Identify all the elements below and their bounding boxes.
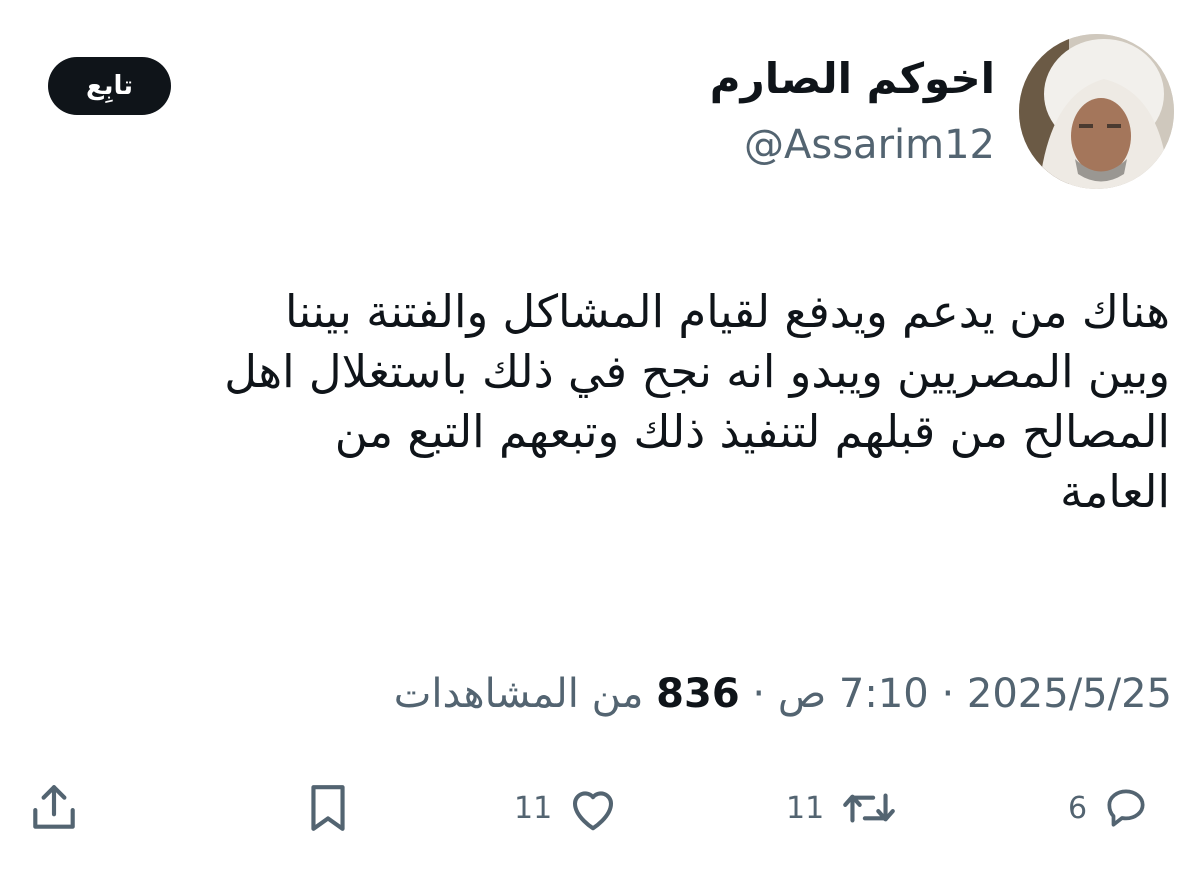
follow-button[interactable]: تابِع [48, 57, 171, 115]
tweet-text: هناك من يدعم ويدفع لقيام المشاكل والفتنة… [20, 282, 1170, 522]
views-label: من المشاهدات [393, 671, 644, 717]
author-display-name[interactable]: اخوكم الصارم [710, 58, 995, 100]
avatar-image [1019, 34, 1174, 189]
tweet-meta: 2025/5/25 · 7:10 ص · 836 من المشاهدات [394, 674, 1172, 714]
avatar[interactable] [1019, 34, 1174, 189]
tweet-date[interactable]: 2025/5/25 [967, 671, 1172, 717]
tweet-text-line: هناك من يدعم ويدفع لقيام المشاكل والفتنة… [284, 285, 1170, 338]
bookmark-icon [311, 785, 345, 831]
tweet-text-line: المصالح من قبلهم لتنفيذ ذلك وتبعهم التبع… [334, 405, 1170, 458]
reply-count: 6 [1068, 790, 1088, 826]
tweet-text-line: العامة [1060, 465, 1170, 518]
meta-separator: · [752, 671, 766, 717]
author-handle[interactable]: @Assarim12 [744, 125, 995, 165]
retweet-button[interactable]: 11 [786, 778, 900, 838]
like-button[interactable]: 11 [514, 778, 620, 838]
meta-separator: · [941, 671, 955, 717]
like-count: 11 [514, 790, 553, 826]
bookmark-button[interactable] [303, 778, 353, 838]
share-button[interactable] [29, 778, 79, 838]
retweet-icon [843, 793, 896, 823]
share-icon [33, 785, 75, 829]
views-count: 836 [656, 671, 740, 717]
reply-icon [1107, 789, 1145, 827]
tweet-time[interactable]: 7:10 ص [778, 671, 929, 717]
reply-button[interactable]: 6 [1068, 778, 1151, 838]
retweet-count: 11 [786, 790, 825, 826]
tweet-text-line: وبين المصريين ويبدو انه نجح في ذلك باستغ… [224, 345, 1170, 398]
heart-icon [573, 791, 614, 831]
